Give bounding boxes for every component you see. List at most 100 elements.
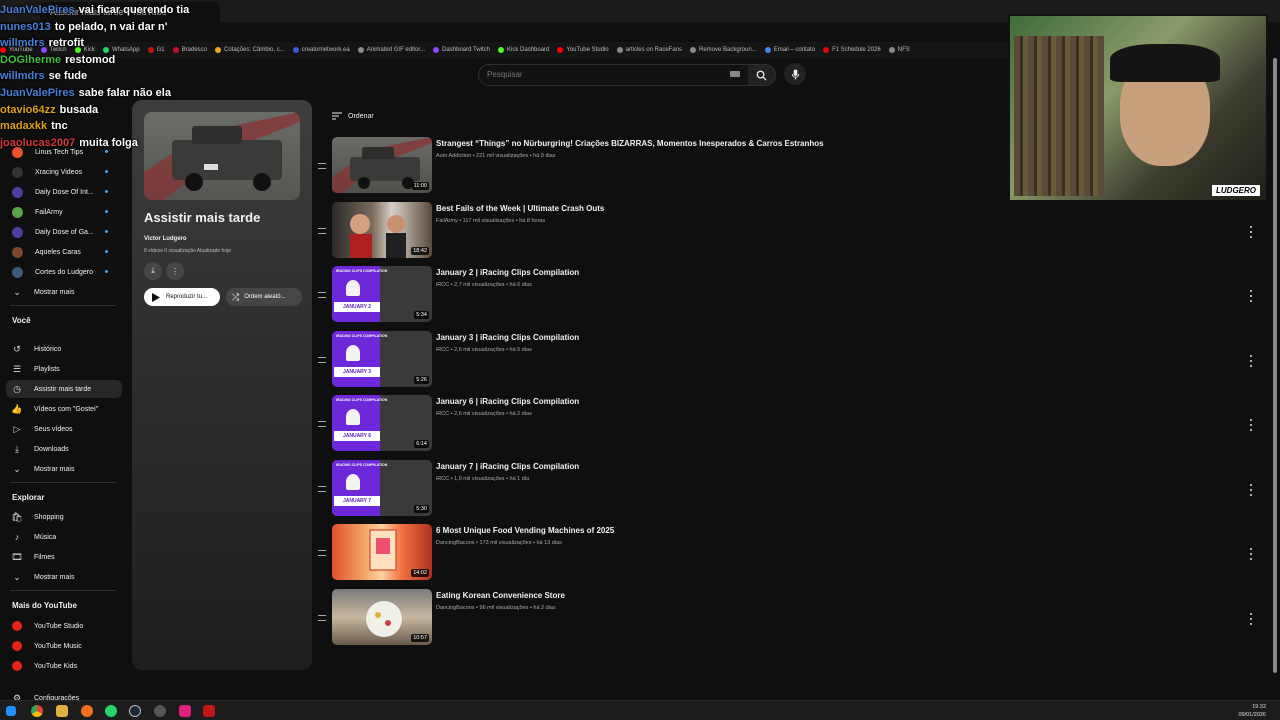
- sidebar-item[interactable]: 👍 Vídeos com "Gostei": [6, 400, 122, 418]
- drag-handle-icon[interactable]: [318, 550, 326, 556]
- app-icon-2[interactable]: [203, 705, 215, 717]
- video-duration: 6:14: [414, 440, 429, 448]
- playlist-owner[interactable]: Victor Ludgero: [144, 236, 187, 242]
- playlist-menu-button[interactable]: ⋮: [166, 262, 184, 280]
- more-vert-icon[interactable]: [1246, 612, 1256, 625]
- video-title[interactable]: Strangest “Things” no Nürburgring! Criaç…: [436, 139, 824, 148]
- sidebar-item[interactable]: ↺ Histórico: [6, 340, 122, 358]
- video-title[interactable]: January 3 | iRacing Clips Compilation: [436, 333, 579, 342]
- sidebar-item[interactable]: ♪ Música: [6, 528, 122, 546]
- more-vert-icon[interactable]: [1246, 483, 1256, 496]
- subscription-item[interactable]: Xracing Videos: [6, 163, 122, 181]
- app-icon[interactable]: [179, 705, 191, 717]
- video-row[interactable]: IRACING CLIPS COMPILATION JANUARY 2 5:34 Ja…: [316, 266, 1260, 326]
- drag-handle-icon[interactable]: [318, 614, 326, 621]
- video-row[interactable]: IRACING CLIPS COMPILATION JANUARY 3 5:26 Ja…: [316, 330, 1260, 391]
- sort-button[interactable]: Ordenar: [332, 112, 374, 120]
- bookmark-item[interactable]: F1 Schedule 2026: [823, 42, 881, 58]
- drag-handle-icon[interactable]: [318, 356, 326, 363]
- subscriptions-show-more[interactable]: ⌄ Mostrar mais: [6, 283, 122, 301]
- chrome-icon[interactable]: [31, 705, 43, 717]
- thumbnail-date-label: JANUARY 3: [334, 366, 380, 377]
- drag-handle-icon[interactable]: [318, 485, 326, 492]
- more-vert-icon[interactable]: [1246, 225, 1256, 238]
- drag-handle-icon[interactable]: [318, 163, 326, 169]
- sidebar-item[interactable]: YouTube Studio: [6, 617, 122, 635]
- search-input[interactable]: Pesquisar: [478, 64, 750, 86]
- bookmark-item[interactable]: Remove Backgroun...: [690, 42, 757, 58]
- sidebar-item[interactable]: 🎞 Filmes: [6, 548, 122, 566]
- more-vert-icon[interactable]: [1246, 354, 1256, 367]
- chat-text: busada: [59, 103, 99, 116]
- bookmark-item[interactable]: Dashboard Twitch: [433, 42, 490, 58]
- section-title-voce[interactable]: Você: [12, 316, 31, 325]
- keyboard-icon[interactable]: [730, 71, 740, 77]
- bookmark-item[interactable]: YouTube Studio: [557, 42, 609, 58]
- video-thumbnail[interactable]: 14:02: [332, 524, 432, 580]
- video-row[interactable]: IRACING CLIPS COMPILATION JANUARY 6 6:14 Ja…: [316, 395, 1260, 455]
- bookmark-item[interactable]: creatornetwork.ea: [292, 42, 350, 58]
- subscription-item[interactable]: Aqueles Caras: [6, 243, 122, 261]
- video-thumbnail[interactable]: IRACING CLIPS COMPILATION JANUARY 7 5:30: [332, 459, 432, 516]
- drag-handle-icon[interactable]: [318, 421, 326, 427]
- sidebar-item-label: Vídeos com "Gostei": [34, 405, 99, 413]
- video-row[interactable]: 14:02 6 Most Unique Food Vending Machines…: [316, 524, 1260, 584]
- search-button[interactable]: [748, 64, 776, 86]
- video-thumbnail[interactable]: 18:42: [332, 201, 432, 258]
- video-row[interactable]: 18:42 Best Fails of the Week | Ultimate C…: [316, 201, 1260, 262]
- video-thumbnail[interactable]: 10:57: [332, 588, 432, 645]
- video-row[interactable]: 10:57 Eating Korean Convenience Store Danc…: [316, 588, 1260, 649]
- bookmark-item[interactable]: Email – contato: [764, 42, 816, 58]
- subscription-item[interactable]: Daily Dose Of Int...: [6, 183, 122, 201]
- sidebar-item[interactable]: ⌄ Mostrar mais: [6, 568, 122, 586]
- bookmark-label: Email – contato: [773, 47, 816, 53]
- bookmark-item[interactable]: articles on RaceFans: [616, 42, 682, 58]
- bookmark-item[interactable]: Kick Dashboard: [498, 42, 549, 58]
- steam-icon[interactable]: [129, 705, 141, 717]
- system-clock[interactable]: 19:32 09/01/2026: [1238, 703, 1266, 719]
- voice-search-button[interactable]: [784, 63, 806, 85]
- channel-avatar: [12, 206, 23, 218]
- chat-message: DOGlherme restomod: [0, 52, 200, 69]
- video-thumbnail[interactable]: IRACING CLIPS COMPILATION JANUARY 6 6:14: [332, 395, 432, 451]
- bookmark-item[interactable]: Cotações: Câmbio, c...: [215, 42, 285, 58]
- subscription-item[interactable]: Cortes do Ludgero: [6, 263, 122, 281]
- video-title[interactable]: January 7 | iRacing Clips Compilation: [436, 462, 579, 471]
- video-thumbnail[interactable]: IRACING CLIPS COMPILATION JANUARY 3 5:26: [332, 330, 432, 387]
- sidebar-item[interactable]: YouTube Music: [6, 637, 122, 655]
- video-title[interactable]: January 6 | iRacing Clips Compilation: [436, 397, 579, 406]
- play-all-button[interactable]: Reproduzir tu...: [144, 288, 220, 306]
- download-playlist-button[interactable]: ⤓: [144, 262, 162, 280]
- obs-icon[interactable]: [154, 705, 166, 717]
- sidebar-item[interactable]: ▷ Seus vídeos: [6, 420, 122, 438]
- shuffle-button[interactable]: ⤮ Ordem aleató...: [226, 288, 302, 306]
- sidebar-item[interactable]: ☰ Playlists: [6, 360, 122, 378]
- more-vert-icon[interactable]: [1246, 548, 1256, 560]
- video-title[interactable]: 6 Most Unique Food Vending Machines of 2…: [436, 526, 614, 535]
- file-explorer-icon[interactable]: [56, 705, 68, 717]
- whatsapp-icon[interactable]: [105, 705, 117, 717]
- subscription-item[interactable]: FailArmy: [6, 203, 122, 221]
- bookmark-item[interactable]: NFS: [888, 42, 910, 58]
- video-thumbnail[interactable]: IRACING CLIPS COMPILATION JANUARY 2 5:34: [332, 266, 432, 322]
- more-vert-icon[interactable]: [1246, 290, 1256, 302]
- sidebar-item[interactable]: ⌄ Mostrar mais: [6, 460, 122, 478]
- video-thumbnail[interactable]: 11:00: [332, 137, 432, 193]
- drag-handle-icon[interactable]: [318, 292, 326, 298]
- drag-handle-icon[interactable]: [318, 227, 326, 234]
- scrollbar-thumb[interactable]: [1273, 58, 1277, 673]
- video-title[interactable]: January 2 | iRacing Clips Compilation: [436, 268, 579, 277]
- firefox-icon[interactable]: [81, 705, 93, 717]
- sidebar-item[interactable]: 🛍 Shopping: [6, 508, 122, 526]
- bookmark-item[interactable]: Animated GIF editor...: [357, 42, 425, 58]
- sidebar-item[interactable]: ◷ Assistir mais tarde: [6, 380, 122, 398]
- windows-start-icon[interactable]: [6, 706, 16, 716]
- video-row[interactable]: IRACING CLIPS COMPILATION JANUARY 7 5:30 Ja…: [316, 459, 1260, 520]
- page-scrollbar[interactable]: [1272, 58, 1278, 688]
- subscription-item[interactable]: Daily Dose of Ga...: [6, 223, 122, 241]
- sidebar-item[interactable]: YouTube Kids: [6, 657, 122, 675]
- more-vert-icon[interactable]: [1246, 419, 1256, 431]
- video-title[interactable]: Best Fails of the Week | Ultimate Crash …: [436, 204, 604, 213]
- video-title[interactable]: Eating Korean Convenience Store: [436, 591, 565, 600]
- sidebar-item[interactable]: ⤓ Downloads: [6, 440, 122, 458]
